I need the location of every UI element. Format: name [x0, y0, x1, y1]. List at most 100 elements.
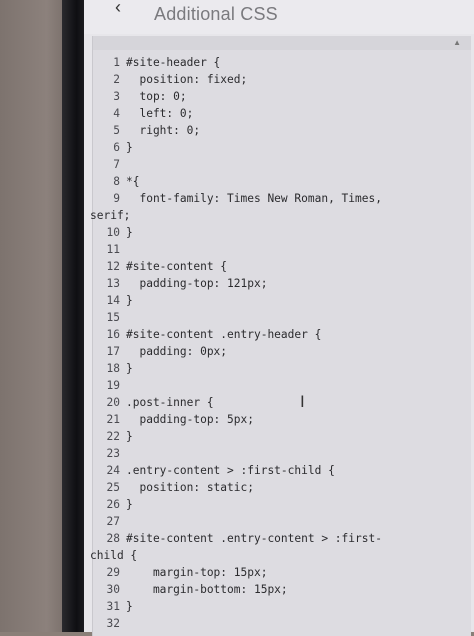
- line-number: 19: [106, 379, 120, 392]
- line-number: 20: [106, 396, 120, 409]
- line-number: 14: [106, 294, 120, 307]
- code-text: position: static;: [126, 481, 254, 494]
- code-text: #site-content .entry-header {: [126, 328, 322, 341]
- code-line[interactable]: 5 right: 0;: [90, 122, 390, 139]
- code-line[interactable]: 20 .post-inner {: [90, 394, 390, 411]
- line-number: 32: [106, 617, 120, 630]
- code-line[interactable]: 18}: [90, 360, 390, 377]
- page-title: Additional CSS: [154, 4, 278, 24]
- line-number: 23: [106, 447, 120, 460]
- code-line[interactable]: 28 #site-content .entry-content > :first-: [90, 530, 390, 547]
- line-number: 2: [113, 73, 120, 86]
- code-text: top: 0;: [126, 90, 187, 103]
- line-number: 10: [106, 226, 120, 239]
- code-text: .post-inner {: [126, 396, 214, 409]
- text-cursor-icon: I: [300, 392, 305, 411]
- line-number: 7: [113, 158, 120, 171]
- editor-top-bar: ▲: [93, 36, 471, 50]
- code-line[interactable]: 6}: [90, 139, 390, 156]
- code-line[interactable]: 24 .entry-content > :first-child {: [90, 462, 390, 479]
- code-line[interactable]: 1 #site-header {: [90, 54, 390, 71]
- code-text: padding-top: 5px;: [126, 413, 254, 426]
- code-text: }: [126, 294, 133, 307]
- code-text: }: [126, 226, 133, 239]
- code-line[interactable]: 30 margin-bottom: 15px;: [90, 581, 390, 598]
- code-line[interactable]: 23: [90, 445, 390, 462]
- line-number: 30: [106, 583, 120, 596]
- panel-header: ‹ Additional CSS: [84, 0, 474, 34]
- code-text: serif;: [90, 209, 131, 222]
- code-text: right: 0;: [126, 124, 201, 137]
- scroll-up-icon[interactable]: ▲: [453, 38, 461, 47]
- code-line[interactable]: 9 font-family: Times New Roman, Times,: [90, 190, 390, 207]
- line-number: 15: [106, 311, 120, 324]
- code-text: child {: [90, 549, 138, 562]
- code-line[interactable]: 19: [90, 377, 390, 394]
- code-text: }: [126, 600, 133, 613]
- line-number: 12: [106, 260, 120, 273]
- code-line[interactable]: 2 position: fixed;: [90, 71, 390, 88]
- code-text: padding-top: 121px;: [126, 277, 268, 290]
- code-line[interactable]: 8 *{: [90, 173, 390, 190]
- code-line[interactable]: serif;: [90, 207, 390, 224]
- code-line[interactable]: 12 #site-content {: [90, 258, 390, 275]
- code-text: }: [126, 141, 133, 154]
- code-text: }: [126, 362, 133, 375]
- code-line[interactable]: 25 position: static;: [90, 479, 390, 496]
- code-text: margin-top: 15px;: [126, 566, 268, 579]
- line-number: 26: [106, 498, 120, 511]
- line-number: 21: [106, 413, 120, 426]
- line-number: 9: [113, 192, 120, 205]
- code-line[interactable]: 21 padding-top: 5px;: [90, 411, 390, 428]
- line-number: 4: [113, 107, 120, 120]
- code-line[interactable]: 32: [90, 615, 390, 632]
- code-line[interactable]: 31}: [90, 598, 390, 615]
- code-line[interactable]: 15: [90, 309, 390, 326]
- line-number: 3: [113, 90, 120, 103]
- code-line[interactable]: 14}: [90, 292, 390, 309]
- monitor-bezel: [62, 0, 86, 632]
- line-number: 24: [106, 464, 120, 477]
- line-number: 31: [106, 600, 120, 613]
- code-line[interactable]: 27: [90, 513, 390, 530]
- chevron-left-icon: ‹: [115, 0, 121, 17]
- code-line[interactable]: 10}: [90, 224, 390, 241]
- code-area[interactable]: 1 #site-header {2 position: fixed; 3 top: …: [90, 54, 390, 634]
- line-number: 17: [106, 345, 120, 358]
- code-line[interactable]: 29 margin-top: 15px;: [90, 564, 390, 581]
- line-number: 13: [106, 277, 120, 290]
- back-button[interactable]: ‹: [98, 0, 138, 24]
- line-number: 28: [106, 532, 120, 545]
- code-line[interactable]: 11: [90, 241, 390, 258]
- line-number: 27: [106, 515, 120, 528]
- code-text: #site-content {: [126, 260, 228, 273]
- code-text: padding: 0px;: [126, 345, 228, 358]
- code-line[interactable]: 22}: [90, 428, 390, 445]
- code-line[interactable]: 13 padding-top: 121px;: [90, 275, 390, 292]
- line-number: 16: [106, 328, 120, 341]
- code-text: }: [126, 498, 133, 511]
- code-line[interactable]: 4 left: 0;: [90, 105, 390, 122]
- code-text: #site-content .entry-content > :first-: [126, 532, 382, 545]
- line-number: 22: [106, 430, 120, 443]
- code-text: margin-bottom: 15px;: [126, 583, 288, 596]
- line-number: 18: [106, 362, 120, 375]
- code-text: *{: [126, 175, 140, 188]
- code-text: .entry-content > :first-child {: [126, 464, 335, 477]
- code-line[interactable]: 3 top: 0;: [90, 88, 390, 105]
- line-number: 29: [106, 566, 120, 579]
- code-line[interactable]: 7: [90, 156, 390, 173]
- code-text: position: fixed;: [126, 73, 248, 86]
- line-number: 8: [113, 175, 120, 188]
- code-text: #site-header {: [126, 56, 221, 69]
- line-number: 11: [106, 243, 120, 256]
- line-number: 25: [106, 481, 120, 494]
- code-text: font-family: Times New Roman, Times,: [126, 192, 382, 205]
- code-text: }: [126, 430, 133, 443]
- code-line[interactable]: 26}: [90, 496, 390, 513]
- code-line[interactable]: 17 padding: 0px;: [90, 343, 390, 360]
- line-number: 1: [113, 56, 120, 69]
- code-line[interactable]: 16 #site-content .entry-header {: [90, 326, 390, 343]
- code-line[interactable]: child {: [90, 547, 390, 564]
- line-number: 5: [113, 124, 120, 137]
